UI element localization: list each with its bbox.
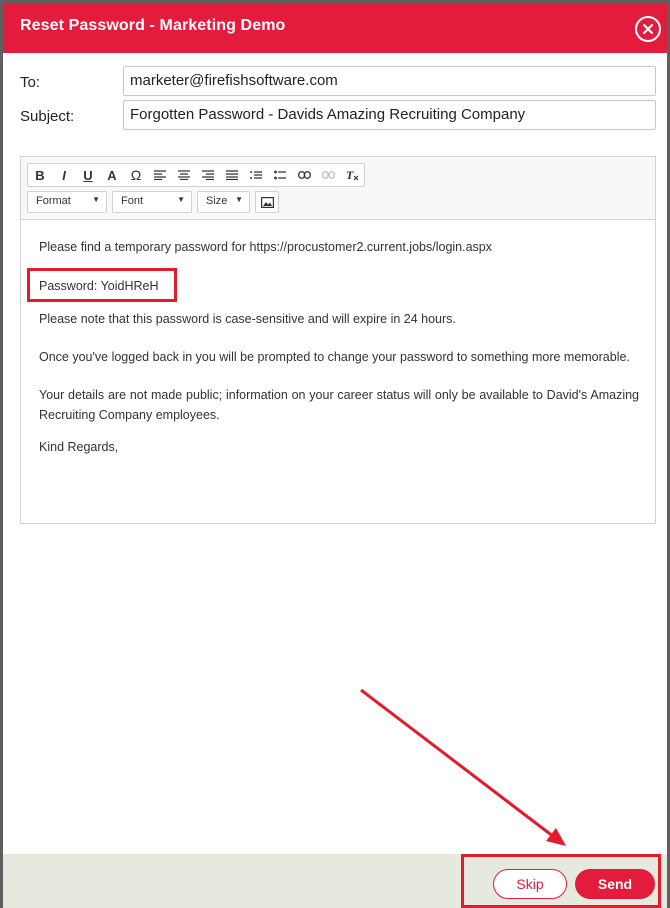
password-highlight-box	[27, 268, 177, 302]
insert-image-button[interactable]	[255, 191, 279, 213]
bulleted-list-icon[interactable]	[268, 164, 292, 186]
italic-button[interactable]: I	[52, 164, 76, 186]
font-dropdown-label: Font	[121, 195, 144, 207]
chevron-down-icon: ▼	[92, 195, 100, 204]
dialog-header: Reset Password - Marketing Demo	[3, 3, 667, 53]
to-label: To:	[20, 74, 41, 91]
buttons-highlight-box	[461, 854, 661, 908]
numbered-list-icon[interactable]	[244, 164, 268, 186]
font-dropdown[interactable]: Font ▼	[112, 191, 192, 213]
underline-button[interactable]: U	[76, 164, 100, 186]
image-icon	[260, 196, 274, 208]
text-color-button[interactable]: A	[100, 164, 124, 186]
format-dropdown[interactable]: Format ▼	[27, 191, 107, 213]
link-icon[interactable]	[292, 164, 316, 186]
body-line-1: Please find a temporary password for htt…	[39, 240, 492, 254]
close-icon	[642, 23, 654, 35]
subject-label: Subject:	[20, 108, 75, 125]
chevron-down-icon: ▼	[235, 195, 243, 204]
special-character-button[interactable]: Ω	[124, 164, 148, 186]
formatting-button-group: B I U A Ω T	[27, 163, 365, 187]
format-dropdown-label: Format	[36, 195, 71, 207]
align-center-icon[interactable]	[172, 164, 196, 186]
message-editor: B I U A Ω T Format ▼ Font ▼ Size ▼ Pleas…	[20, 156, 656, 524]
body-line-3: Please note that this password is case-s…	[39, 312, 456, 326]
close-button[interactable]	[635, 16, 661, 42]
reset-password-dialog: Reset Password - Marketing Demo To: mark…	[3, 3, 667, 908]
align-right-icon[interactable]	[196, 164, 220, 186]
to-field[interactable]: marketer@firefishsoftware.com	[123, 66, 656, 96]
subject-field[interactable]: Forgotten Password - Davids Amazing Recr…	[123, 100, 656, 130]
align-left-icon[interactable]	[148, 164, 172, 186]
dialog-title: Reset Password - Marketing Demo	[20, 17, 286, 34]
justify-icon[interactable]	[220, 164, 244, 186]
size-dropdown-label: Size	[206, 195, 228, 207]
svg-text:T: T	[346, 169, 354, 181]
signoff-line: Kind Regards,	[39, 440, 119, 454]
body-line-5: Your details are not made public; inform…	[39, 388, 639, 422]
body-line-4: Once you've logged back in you will be p…	[39, 350, 630, 364]
bold-button[interactable]: B	[28, 164, 52, 186]
unlink-icon[interactable]	[316, 164, 340, 186]
size-dropdown[interactable]: Size ▼	[197, 191, 250, 213]
editor-toolbar: B I U A Ω T Format ▼ Font ▼ Size ▼	[21, 157, 655, 220]
remove-format-icon[interactable]: T	[340, 164, 364, 186]
chevron-down-icon: ▼	[177, 195, 185, 204]
